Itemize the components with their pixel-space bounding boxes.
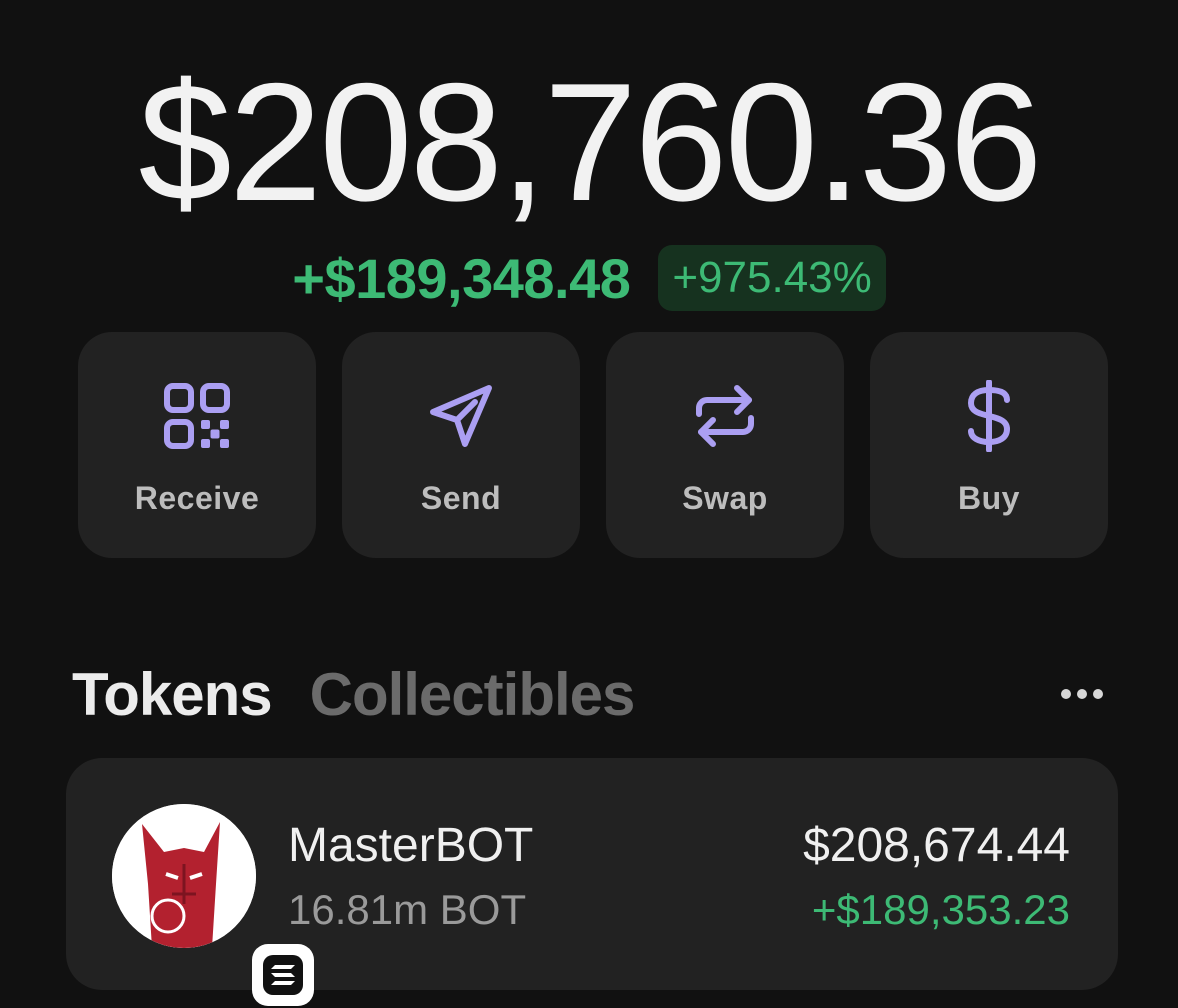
portfolio-change-amount: +$189,348.48 (292, 246, 631, 310)
send-icon (430, 385, 492, 447)
more-options-icon[interactable] (1052, 672, 1112, 716)
send-label: Send (420, 480, 502, 516)
dollar-icon (967, 380, 1011, 452)
masterbot-logo-icon (112, 804, 256, 948)
token-pnl: +$189,353.23 (811, 886, 1070, 933)
token-value: $208,674.44 (803, 819, 1070, 872)
action-buttons: Receive Send Swap Buy (78, 332, 1108, 558)
tab-collectibles[interactable]: Collectibles (310, 660, 636, 729)
portfolio-balance: $208,760.36 (138, 48, 1042, 236)
buy-label: Buy (958, 480, 1020, 516)
tab-tokens[interactable]: Tokens (72, 660, 273, 729)
buy-button[interactable]: Buy (870, 332, 1108, 558)
qr-code-icon (164, 383, 230, 449)
swap-label: Swap (682, 480, 768, 516)
swap-button[interactable]: Swap (606, 332, 844, 558)
portfolio-change: +$189,348.48 +975.43% (0, 245, 1178, 311)
portfolio-change-percent-badge: +975.43% (658, 245, 886, 311)
token-row[interactable]: MasterBOT 16.81m BOT $208,674.44 +$189,3… (66, 758, 1118, 1006)
token-quantity: 16.81m BOT (288, 886, 527, 933)
solana-chain-badge (252, 944, 314, 1006)
asset-tabs: Tokens Collectibles (72, 660, 636, 729)
solana-icon (271, 965, 295, 985)
receive-button[interactable]: Receive (78, 332, 316, 558)
receive-label: Receive (134, 480, 260, 516)
swap-icon (696, 385, 754, 447)
send-button[interactable]: Send (342, 332, 580, 558)
token-name: MasterBOT (288, 819, 534, 872)
